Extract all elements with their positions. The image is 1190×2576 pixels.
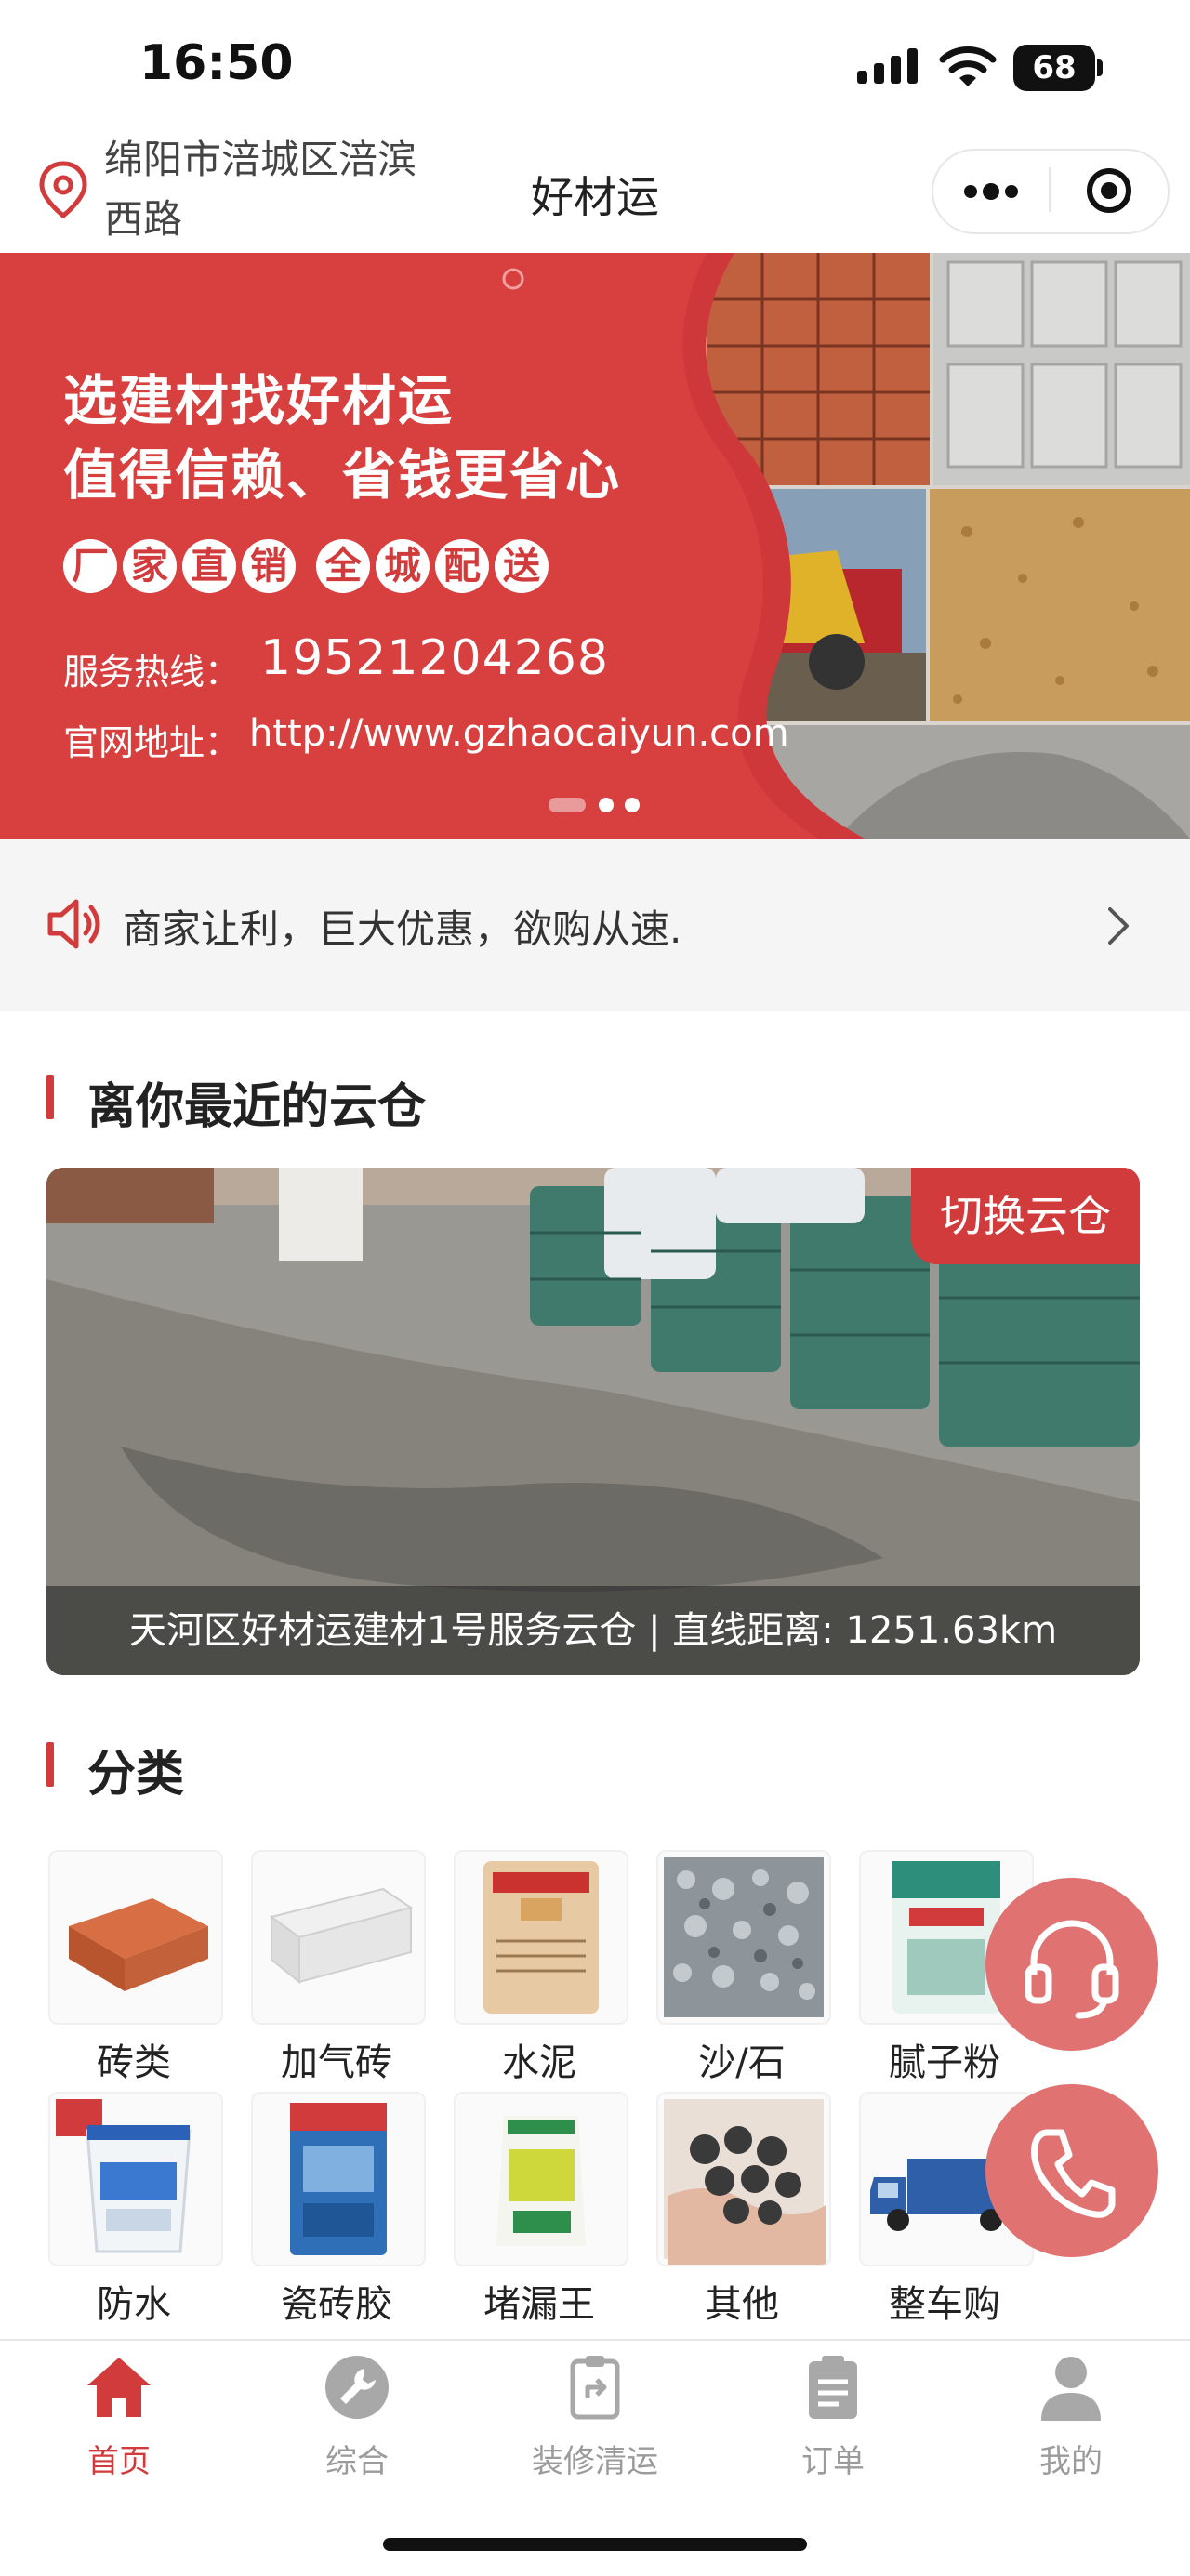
section-accent-bar (46, 1075, 54, 1119)
phone-call-button[interactable] (985, 2084, 1158, 2257)
banner-tag: 销 (242, 539, 296, 593)
category-label: 防水 (97, 2283, 171, 2326)
waterproof-bucket-icon (48, 2092, 223, 2266)
aerated-block-icon (251, 1850, 426, 2025)
banner-carousel[interactable]: 选建材找好材运 值得信赖、省钱更省心 厂 家 直 销 全 城 配 送 服务热线：… (0, 253, 1190, 839)
category-title: 分类 (87, 1747, 185, 1803)
category-label: 水泥 (502, 2041, 576, 2084)
order-icon (809, 2356, 857, 2419)
category-label: 整车购 (889, 2283, 1000, 2326)
website-label: 官网地址： (63, 722, 241, 763)
more-options-icon[interactable] (963, 182, 1019, 205)
category-other[interactable]: 其他 (656, 2092, 833, 2326)
banner-subheadline: 值得信赖、省钱更省心 (63, 443, 622, 507)
home-indicator (383, 2538, 807, 2551)
warehouse-caption: 天河区好材运建材1号服务云仓 | 直线距离: 1251.63km (46, 1586, 1140, 1675)
wifi-icon (939, 43, 997, 93)
cement-bag-icon (454, 1850, 628, 2025)
category-label: 瓷砖胶 (281, 2283, 392, 2326)
banner-tag: 配 (435, 539, 489, 593)
banner-tag: 送 (495, 539, 549, 593)
tab-general[interactable]: 综合 (238, 2343, 476, 2482)
carousel-dot (625, 798, 640, 812)
customer-service-button[interactable] (985, 1878, 1158, 2051)
clipboard-icon (570, 2356, 620, 2420)
category-label: 沙/石 (698, 2041, 786, 2084)
home-icon (87, 2358, 151, 2417)
carousel-dot (599, 798, 614, 812)
tab-label: 我的 (1039, 2443, 1103, 2480)
hotline-label: 服务热线： (63, 652, 241, 693)
section-accent-bar (46, 1742, 54, 1787)
tab-profile[interactable]: 我的 (952, 2343, 1190, 2482)
wrench-icon (325, 2356, 389, 2419)
category-waterproof[interactable]: 防水 (48, 2092, 225, 2326)
tile-adhesive-bag-icon (251, 2092, 426, 2266)
category-label: 堵漏王 (483, 2283, 595, 2326)
plugging-bag-icon (454, 2092, 628, 2266)
category-label: 砖类 (97, 2041, 171, 2084)
speaker-icon (45, 896, 104, 956)
banner-tag: 家 (123, 539, 177, 593)
category-plugging-compound[interactable]: 堵漏王 (454, 2092, 630, 2326)
user-icon (1041, 2357, 1101, 2421)
close-mini-program-icon[interactable] (1086, 167, 1132, 218)
tab-label: 装修清运 (532, 2443, 658, 2480)
banner-tag: 厂 (63, 539, 117, 593)
tab-orders[interactable]: 订单 (714, 2343, 952, 2482)
carousel-dot-active (549, 798, 586, 812)
pellets-in-hand-icon (656, 2092, 831, 2266)
notice-text: 商家让利，巨大优惠，欲购从速. (123, 906, 682, 952)
banner-tag: 直 (182, 539, 236, 593)
category-label: 加气砖 (281, 2041, 392, 2084)
tab-label: 综合 (325, 2443, 389, 2480)
tab-label: 订单 (801, 2443, 865, 2480)
switch-warehouse-button[interactable]: 切换云仓 (911, 1168, 1140, 1264)
category-sand-stone[interactable]: 沙/石 (656, 1850, 833, 2084)
nearest-warehouse-title: 离你最近的云仓 (87, 1079, 427, 1135)
phone-icon (1031, 2129, 1116, 2218)
website-url: http://www.gzhaocaiyun.com (249, 712, 789, 755)
banner-tag: 城 (376, 539, 430, 593)
brick-icon (48, 1850, 223, 2025)
category-aerated-block[interactable]: 加气砖 (251, 1850, 428, 2084)
chevron-right-icon[interactable] (1104, 905, 1132, 950)
banner-headline: 选建材找好材运 (63, 369, 455, 432)
tab-home[interactable]: 首页 (0, 2343, 238, 2482)
category-bricks[interactable]: 砖类 (48, 1850, 225, 2084)
status-time: 16:50 (139, 35, 294, 91)
category-tile-adhesive[interactable]: 瓷砖胶 (251, 2092, 428, 2326)
headset-icon (1025, 1920, 1119, 2019)
carousel-indicator (549, 794, 651, 820)
tab-label: 首页 (87, 2443, 151, 2480)
capsule-divider (1049, 167, 1051, 212)
hotline-number: 19521204268 (260, 630, 609, 686)
banner-tag: 全 (316, 539, 370, 593)
battery-indicator: 68 (1013, 45, 1095, 91)
battery-tip (1097, 59, 1103, 76)
category-label: 其他 (705, 2283, 779, 2326)
category-cement[interactable]: 水泥 (454, 1850, 630, 2084)
gravel-icon (656, 1850, 831, 2025)
tab-renovation-cleanup[interactable]: 装修清运 (476, 2343, 714, 2482)
cellular-signal-icon (857, 48, 922, 93)
